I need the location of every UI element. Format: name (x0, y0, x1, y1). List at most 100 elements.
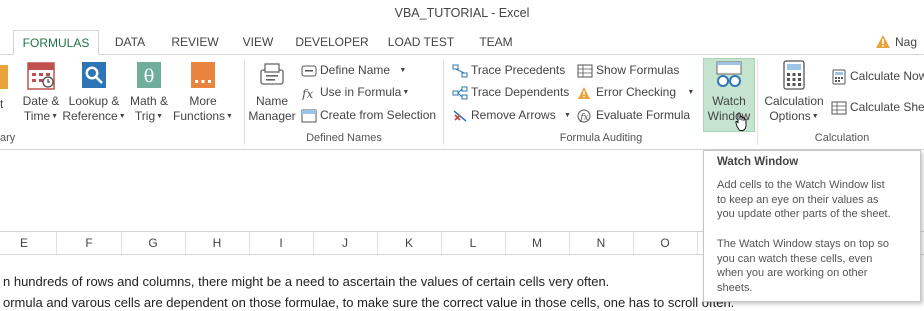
column-header-o[interactable]: O (633, 232, 698, 254)
evaluate-formula-button[interactable]: fx Evaluate Formula (577, 105, 690, 125)
lookup-icon (82, 62, 106, 88)
chevron-down-icon: ▼ (51, 113, 59, 121)
show-formulas-icon (577, 64, 593, 78)
user-account[interactable]: Nag (876, 30, 917, 54)
define-name-label: Define Name (320, 63, 391, 77)
define-name-button[interactable]: Define Name ▼ (301, 60, 406, 80)
calendar-icon (27, 62, 55, 90)
glasses-icon (716, 61, 742, 87)
svg-text:fx: fx (301, 87, 313, 100)
name-manager-button[interactable]: Name Manager (246, 60, 298, 124)
calculate-now-icon (832, 69, 846, 85)
column-header-m[interactable]: M (505, 232, 570, 254)
calculation-options-line2: Options (769, 109, 811, 123)
column-header-l[interactable]: L (441, 232, 506, 254)
error-checking-button[interactable]: Error Checking ▼ (577, 82, 694, 102)
create-from-selection-icon (301, 109, 317, 123)
group-label-defined-names: Defined Names (306, 132, 382, 144)
date-time-line2: Time (23, 109, 51, 123)
group-separator (757, 59, 758, 145)
partial-icon (0, 65, 8, 89)
group-label-formula-auditing: Formula Auditing (559, 132, 643, 144)
group-label-calculation: Calculation (814, 132, 870, 144)
tooltip-title: Watch Window (717, 156, 799, 168)
column-header-n[interactable]: N (569, 232, 634, 254)
tab-formulas[interactable]: FORMULAS (13, 30, 99, 55)
show-formulas-button[interactable]: Show Formulas (577, 60, 679, 80)
document-text-line-1: n hundreds of rows and columns, there mi… (3, 274, 610, 289)
lookup-line2: Reference (62, 109, 118, 123)
error-checking-icon (578, 86, 590, 99)
ribbon-tabs: FORMULAS DATA REVIEW VIEW DEVELOPER LOAD… (0, 30, 924, 55)
lookup-line1: Lookup & (68, 94, 120, 108)
column-header-f[interactable]: F (57, 232, 122, 254)
watch-window-tooltip: Watch Window Add cells to the Watch Wind… (703, 150, 921, 302)
tooltip-text-line: to keep an eye on their values as (717, 193, 879, 206)
more-functions-line2: Functions (173, 109, 226, 123)
chevron-down-icon: ▼ (399, 66, 407, 74)
date-time-button[interactable]: Date & Time▼ (18, 60, 64, 124)
trace-precedents-label: Trace Precedents (471, 63, 566, 77)
trace-dependents-button[interactable]: Trace Dependents (452, 82, 569, 102)
use-in-formula-button[interactable]: fx Use in Formula▼ (301, 82, 409, 102)
create-from-selection-label: Create from Selection (320, 108, 437, 122)
column-header-e[interactable]: E (0, 232, 57, 254)
calculate-sheet-label: Calculate Sheet (850, 100, 924, 114)
column-header-g[interactable]: G (121, 232, 186, 254)
tab-data[interactable]: DATA (104, 30, 156, 54)
column-header-i[interactable]: I (249, 232, 314, 254)
tooltip-paragraph-1: Add cells to the Watch Window list to ke… (717, 178, 913, 222)
tab-view[interactable]: VIEW (235, 30, 281, 54)
tooltip-text-line: you can watch these cells, even (717, 252, 873, 265)
column-header-k[interactable]: K (377, 232, 442, 254)
name-manager-line2: Manager (248, 109, 296, 123)
chevron-down-icon: ▼ (687, 88, 695, 96)
chevron-down-icon: ▼ (118, 113, 126, 121)
theta-icon: θ (137, 62, 161, 88)
date-time-line1: Date & (22, 94, 60, 108)
tooltip-text-line: The Watch Window stays on top so (717, 238, 889, 250)
calculate-sheet-button[interactable]: Calculate Sheet (831, 97, 924, 117)
math-trig-line2: Trig (134, 109, 156, 123)
chevron-down-icon: ▼ (226, 113, 233, 121)
error-checking-label: Error Checking (596, 85, 677, 99)
calculate-sheet-icon (831, 101, 847, 115)
use-in-formula-label: Use in Formula (320, 85, 402, 99)
name-manager-icon (260, 63, 284, 85)
lookup-reference-button[interactable]: Lookup & Reference▼ (62, 60, 126, 124)
ribbon-formulas: t ary Date & Time▼ Lookup & Reference▼ θ… (0, 54, 924, 150)
calculate-now-button[interactable]: Calculate Now (831, 66, 924, 86)
warning-icon (876, 35, 890, 48)
tab-team[interactable]: TEAM (470, 30, 522, 54)
trace-precedents-button[interactable]: Trace Precedents (452, 60, 565, 80)
more-functions-icon (191, 62, 215, 88)
calculator-icon (783, 60, 805, 90)
chevron-down-icon: ▼ (156, 113, 164, 121)
tab-review[interactable]: REVIEW (164, 30, 226, 54)
chevron-down-icon: ▼ (564, 111, 571, 119)
window-title: VBA_TUTORIAL - Excel (394, 6, 530, 20)
calculate-now-label: Calculate Now (850, 69, 924, 83)
tooltip-text-line: sheets. (717, 281, 753, 294)
calculation-options-button[interactable]: Calculation Options▼ (761, 60, 827, 124)
group-separator (443, 59, 444, 145)
watch-window-line1: Watch (712, 94, 746, 108)
column-header-h[interactable]: H (185, 232, 250, 254)
chevron-down-icon: ▼ (402, 88, 410, 96)
remove-arrows-button[interactable]: Remove Arrows ▼ (452, 105, 571, 125)
tooltip-text-line: you update other parts of the sheet. (717, 208, 891, 220)
create-from-selection-button[interactable]: Create from Selection (301, 105, 436, 125)
remove-arrows-icon (453, 110, 467, 122)
mouse-cursor-icon (735, 112, 747, 131)
tab-developer[interactable]: DEVELOPER (290, 30, 374, 54)
math-trig-button[interactable]: θ Math & Trig▼ (127, 60, 171, 124)
tooltip-text-line: Add cells to the Watch Window list (717, 179, 885, 191)
evaluate-formula-icon: fx (577, 109, 591, 123)
column-header-j[interactable]: J (313, 232, 378, 254)
more-functions-button[interactable]: More Functions▼ (172, 60, 234, 124)
fx-icon: fx (301, 87, 313, 100)
partial-button[interactable]: t (0, 97, 3, 112)
evaluate-formula-label: Evaluate Formula (596, 108, 691, 122)
trace-precedents-icon (452, 64, 468, 78)
tab-load-test[interactable]: LOAD TEST (382, 30, 460, 54)
